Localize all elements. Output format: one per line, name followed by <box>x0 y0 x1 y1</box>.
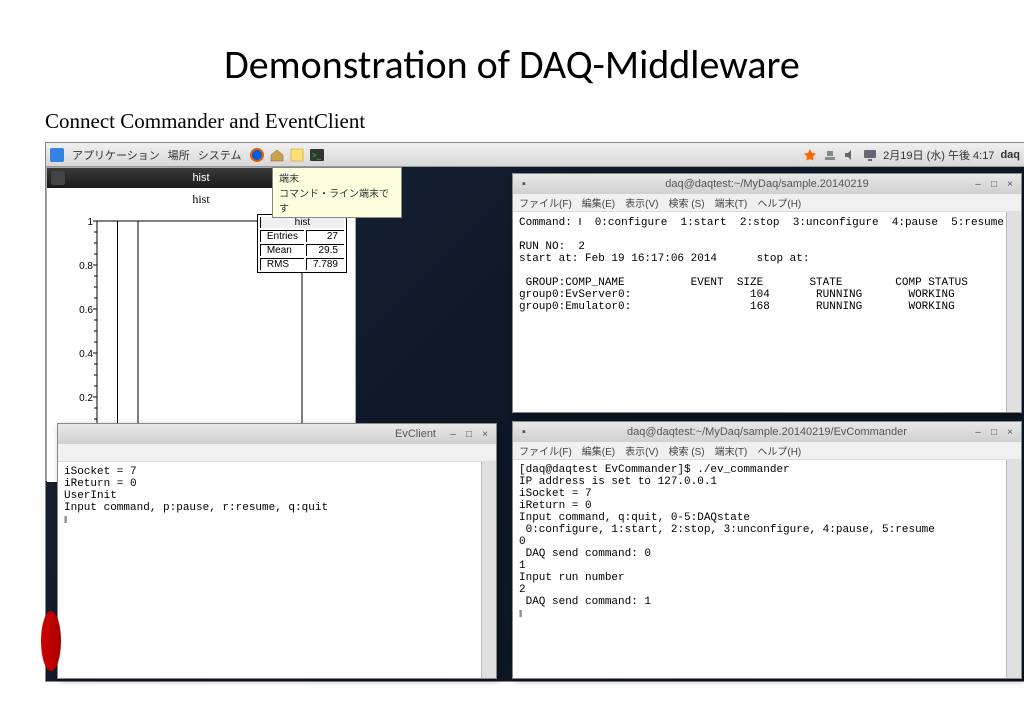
volume-icon[interactable] <box>843 148 857 162</box>
slide-title: Demonstration of DAQ-Middleware <box>60 40 964 89</box>
svg-text:0.6: 0.6 <box>79 305 93 316</box>
menu-help[interactable]: ヘルプ(H) <box>757 443 801 458</box>
hist-window-title: hist <box>192 172 209 184</box>
minimize-button[interactable]: – <box>446 427 460 441</box>
notes-icon[interactable] <box>289 147 305 163</box>
menu-applications[interactable]: アプリケーション <box>72 147 160 163</box>
menu-system[interactable]: システム <box>198 147 242 163</box>
maximize-button[interactable]: □ <box>462 427 476 441</box>
display-icon[interactable] <box>863 148 877 162</box>
menu-help[interactable]: ヘルプ(H) <box>757 195 801 210</box>
menu-file[interactable]: ファイル(F) <box>519 195 572 210</box>
evclient-terminal: EvClient – □ × iSocket = 7 iReturn = 0 U… <box>57 423 497 679</box>
menu-view[interactable]: 表示(V) <box>625 195 658 210</box>
menu-view[interactable]: 表示(V) <box>625 443 658 458</box>
tooltip-title: 端末 <box>279 170 395 185</box>
daq-status-menubar: ファイル(F) 編集(E) 表示(V) 検索 (S) 端末(T) ヘルプ(H) <box>513 194 1021 212</box>
close-button[interactable]: × <box>478 427 492 441</box>
svg-text:1: 1 <box>87 217 93 228</box>
maximize-button[interactable]: □ <box>987 425 1001 439</box>
minimize-button[interactable]: – <box>971 425 985 439</box>
evcommander-menubar: ファイル(F) 編集(E) 表示(V) 検索 (S) 端末(T) ヘルプ(H) <box>513 442 1021 460</box>
hist-app-icon <box>51 171 65 185</box>
tooltip-desc: コマンド・ライン端末です <box>279 185 395 215</box>
minimize-button[interactable]: – <box>971 177 985 191</box>
evcommander-terminal: ▪ daq@daqtest:~/MyDaq/sample.20140219/Ev… <box>512 421 1022 679</box>
menu-edit[interactable]: 編集(E) <box>582 195 615 210</box>
svg-text:0.8: 0.8 <box>79 261 93 272</box>
menu-terminal[interactable]: 端末(T) <box>715 443 748 458</box>
scrollbar-thumb[interactable] <box>1009 464 1019 494</box>
daq-status-titlebar[interactable]: ▪ daq@daqtest:~/MyDaq/sample.20140219 – … <box>513 174 1021 194</box>
desktop-screenshot: アプリケーション 場所 システム >_ 2月19日 (水) 午後 4:17 da… <box>45 142 1024 682</box>
terminal-app-icon: ▪ <box>517 177 531 191</box>
svg-text:>_: >_ <box>312 151 322 160</box>
desktop-decoration <box>41 611 61 671</box>
menu-search[interactable]: 検索 (S) <box>668 195 704 210</box>
terminal-icon[interactable]: >_ <box>309 147 325 163</box>
slide-subtitle: Connect Commander and EventClient <box>45 109 964 134</box>
firefox-icon[interactable] <box>249 147 265 163</box>
menu-places[interactable]: 場所 <box>168 147 190 163</box>
menu-terminal[interactable]: 端末(T) <box>715 195 748 210</box>
network-icon[interactable] <box>823 148 837 162</box>
update-icon[interactable] <box>803 148 817 162</box>
terminal-app-icon: ▪ <box>517 425 531 439</box>
menu-edit[interactable]: 編集(E) <box>582 443 615 458</box>
menu-search[interactable]: 検索 (S) <box>668 443 704 458</box>
evclient-titlebar[interactable]: EvClient – □ × <box>58 424 496 444</box>
hist-stats-box: hist Entries27 Mean29.5 RMS7.789 <box>257 214 347 273</box>
daq-status-output[interactable]: Command: ‖ 0:configure 1:start 2:stop 3:… <box>513 212 1021 412</box>
evcommander-title: daq@daqtest:~/MyDaq/sample.20140219/EvCo… <box>627 426 907 438</box>
gnome-foot-icon[interactable] <box>50 148 64 162</box>
daq-status-title: daq@daqtest:~/MyDaq/sample.20140219 <box>665 178 869 190</box>
svg-text:0.2: 0.2 <box>79 393 93 404</box>
evclient-output[interactable]: iSocket = 7 iReturn = 0 UserInit Input c… <box>58 462 496 678</box>
daq-status-terminal: ▪ daq@daqtest:~/MyDaq/sample.20140219 – … <box>512 173 1022 413</box>
gnome-taskbar: アプリケーション 場所 システム >_ 2月19日 (水) 午後 4:17 da… <box>46 143 1024 167</box>
evclient-menubar <box>58 444 496 462</box>
svg-text:0.4: 0.4 <box>79 349 93 360</box>
home-icon[interactable] <box>269 147 285 163</box>
hist-stats-label: hist <box>260 217 344 228</box>
close-button[interactable]: × <box>1003 425 1017 439</box>
user-menu[interactable]: daq <box>1000 149 1020 161</box>
evcommander-titlebar[interactable]: ▪ daq@daqtest:~/MyDaq/sample.20140219/Ev… <box>513 422 1021 442</box>
scrollbar-thumb[interactable] <box>1009 216 1019 246</box>
close-button[interactable]: × <box>1003 177 1017 191</box>
evcommander-output[interactable]: [daq@daqtest EvCommander]$ ./ev_commande… <box>513 460 1021 678</box>
menu-file[interactable]: ファイル(F) <box>519 443 572 458</box>
evclient-title: EvClient <box>395 428 436 440</box>
scrollbar-thumb[interactable] <box>484 466 494 496</box>
maximize-button[interactable]: □ <box>987 177 1001 191</box>
terminal-tooltip: 端末 コマンド・ライン端末です <box>272 167 402 218</box>
clock[interactable]: 2月19日 (水) 午後 4:17 <box>883 147 994 163</box>
